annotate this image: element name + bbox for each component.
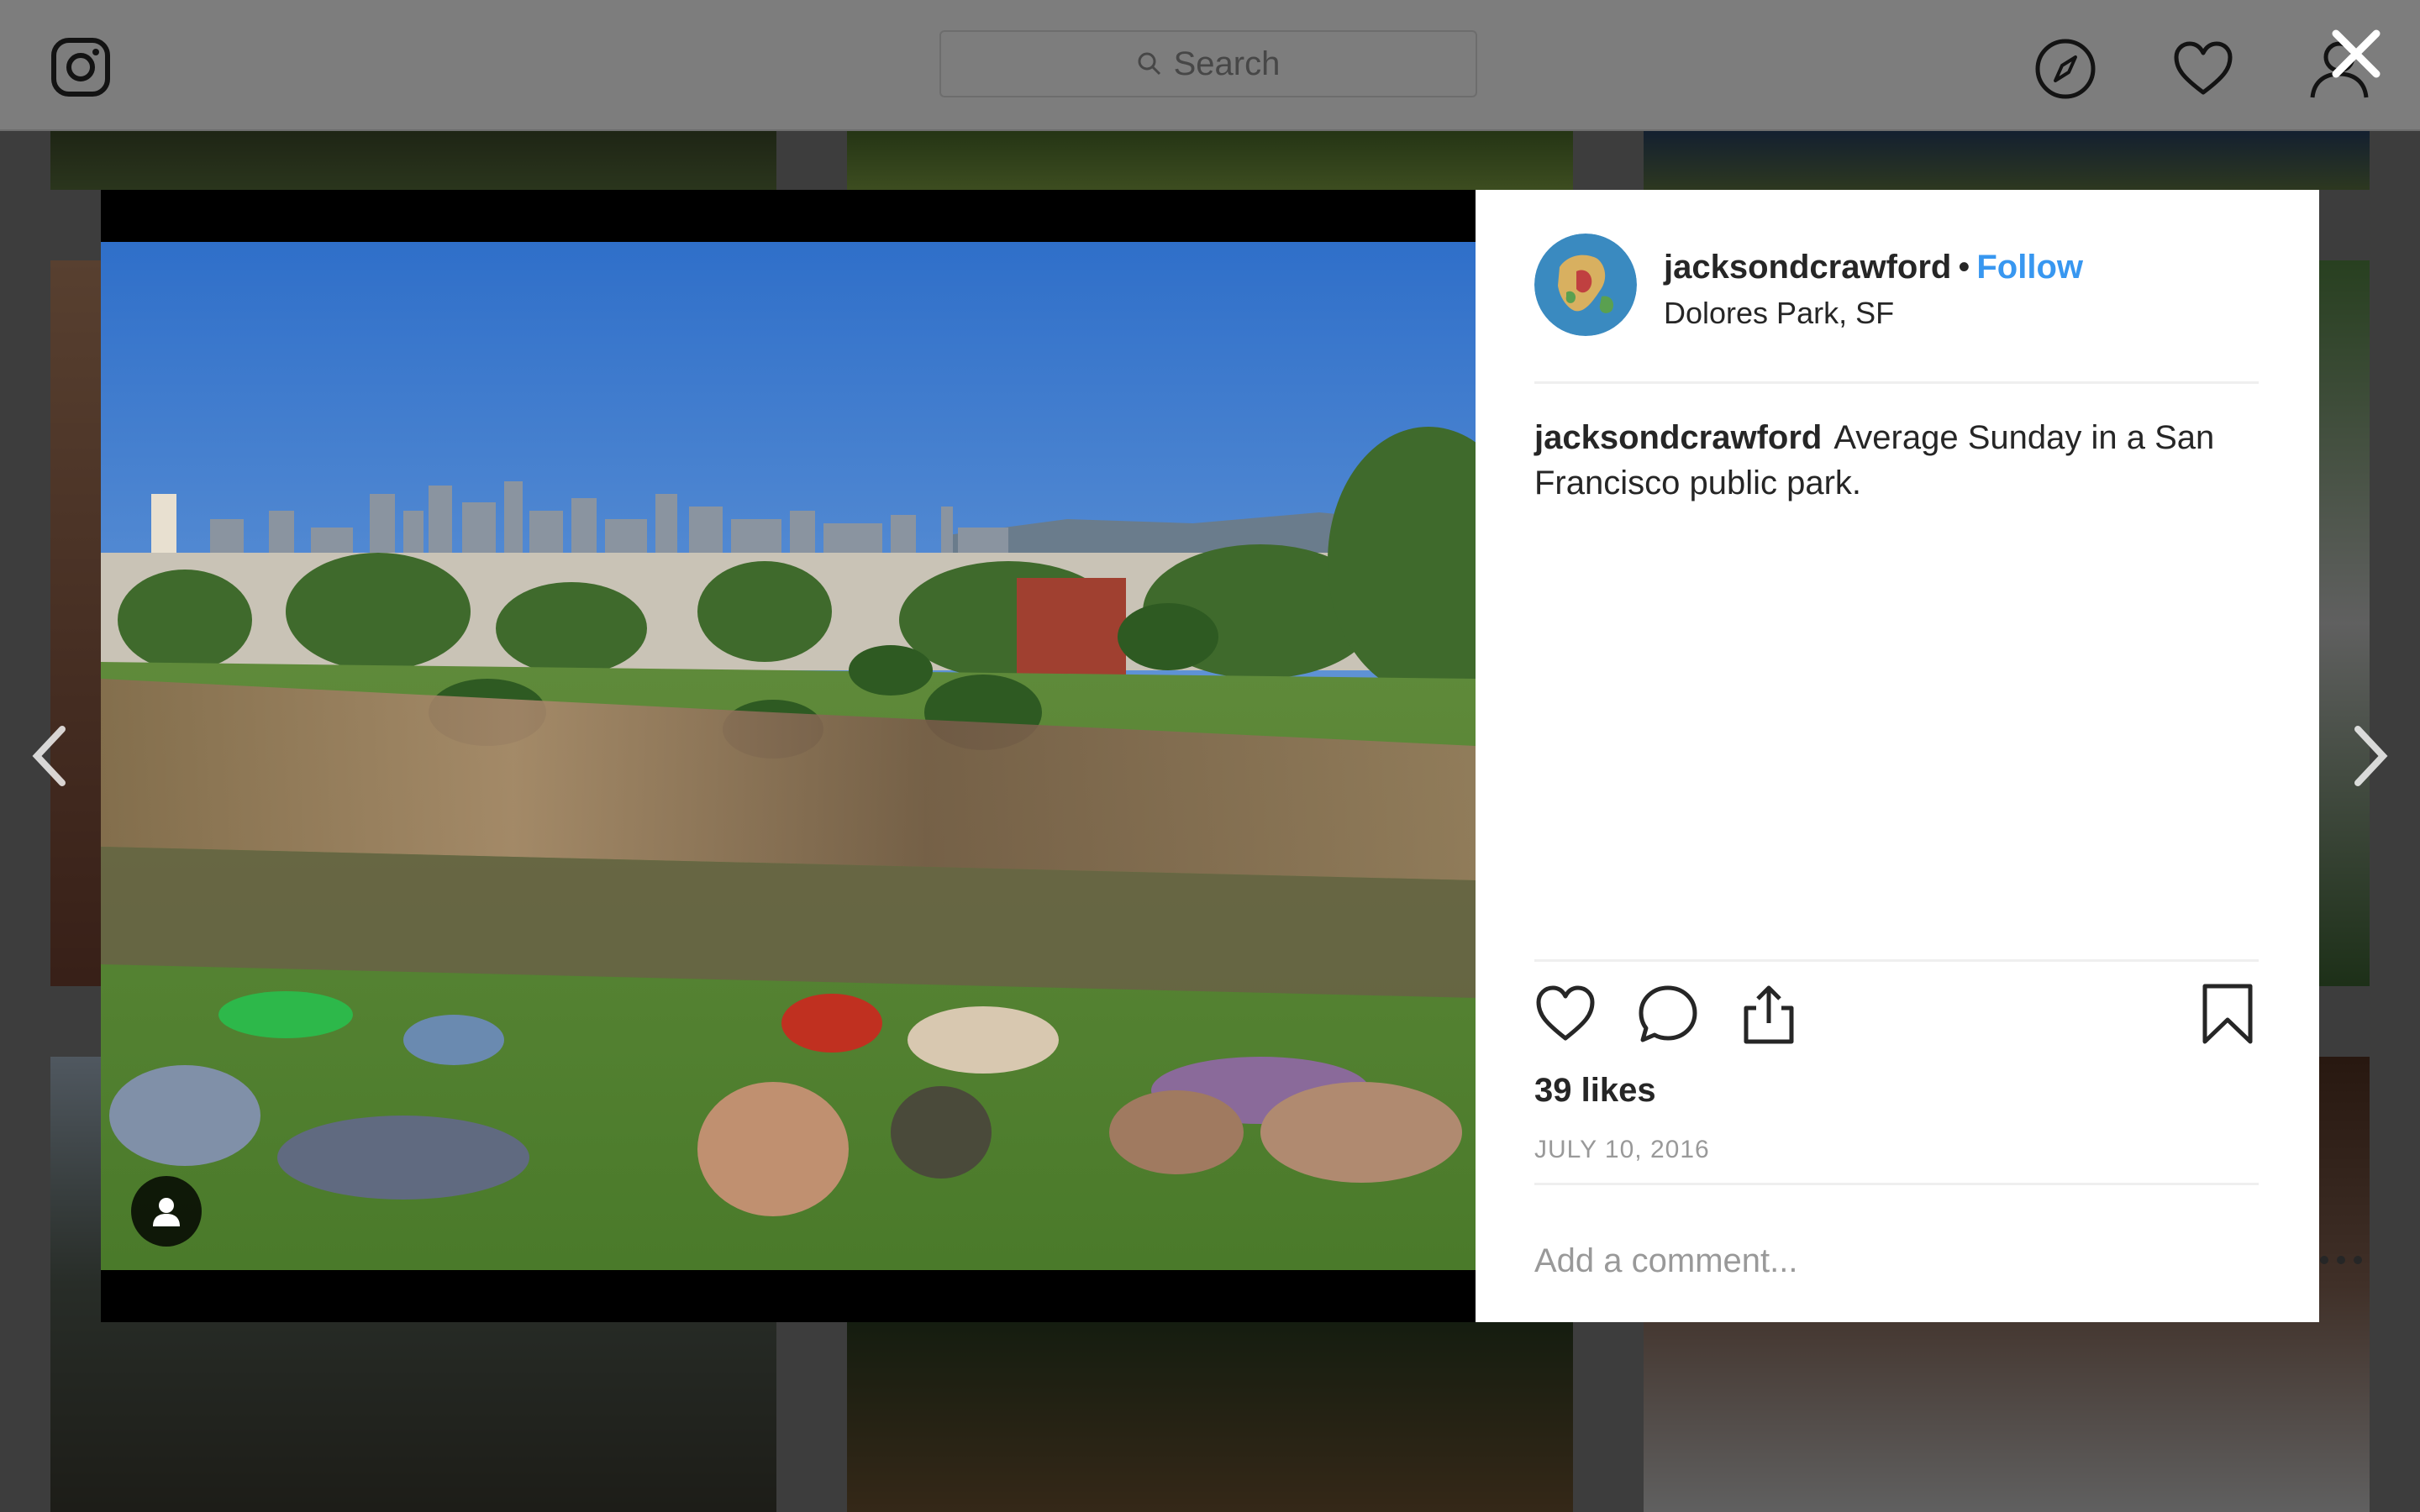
post-actions-bar <box>1534 983 2259 1050</box>
post-media <box>101 190 1476 1322</box>
post-modal: jacksondcrawford • Follow Dolores Park, SF… <box>101 190 2362 1322</box>
divider <box>1534 1183 2259 1185</box>
post-details-panel: jacksondcrawford • Follow Dolores Park, SF… <box>1476 190 2362 1322</box>
chevron-right-icon[interactable] <box>2344 722 2395 790</box>
more-options-icon[interactable] <box>2316 1243 2366 1277</box>
close-icon[interactable] <box>2326 24 2386 84</box>
divider <box>1534 381 2259 384</box>
separator-dot: • <box>1958 249 1970 286</box>
chevron-left-icon[interactable] <box>25 722 76 790</box>
author-username[interactable]: jacksondcrawford <box>1664 249 1951 286</box>
heart-icon[interactable] <box>1534 983 1597 1045</box>
post-header: jacksondcrawford • Follow Dolores Park, SF <box>1534 234 2259 341</box>
bookmark-icon[interactable] <box>2196 983 2259 1045</box>
comment-icon[interactable] <box>1637 983 1699 1045</box>
post-location[interactable]: Dolores Park, SF <box>1664 296 1894 331</box>
post-photo[interactable] <box>101 242 1476 1270</box>
post-author-line: jacksondcrawford • Follow <box>1664 249 2083 286</box>
post-caption: jacksondcrawford Average Sunday in a San … <box>1534 415 2259 506</box>
avatar[interactable] <box>1534 234 1637 336</box>
divider <box>1534 959 2259 962</box>
follow-button[interactable]: Follow <box>1976 249 2083 286</box>
comment-input[interactable] <box>1534 1231 2190 1290</box>
tagged-people-button[interactable] <box>131 1176 202 1247</box>
caption-username[interactable]: jacksondcrawford <box>1534 419 1822 456</box>
person-tag-icon <box>153 1198 180 1226</box>
likes-count[interactable]: 39 likes <box>1534 1072 1656 1110</box>
share-icon[interactable] <box>1738 983 1800 1045</box>
post-date: JULY 10, 2016 <box>1534 1136 1710 1163</box>
